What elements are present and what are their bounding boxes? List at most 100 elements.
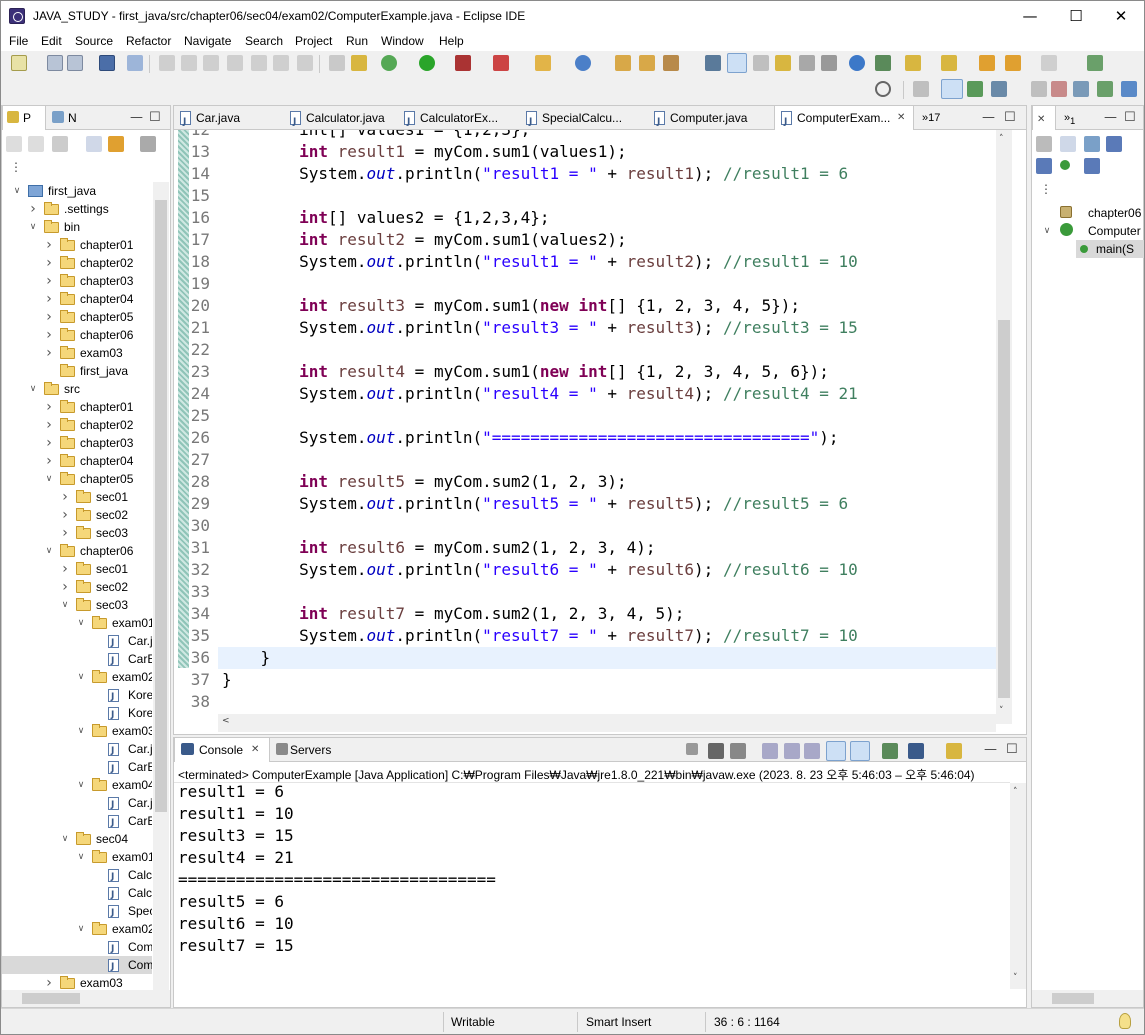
chevron-right-icon[interactable]: › (44, 434, 54, 452)
chevron-down-icon[interactable]: ∨ (76, 614, 86, 632)
remove-all-icon[interactable] (730, 743, 746, 759)
console-v-scrollbar[interactable]: ˄ ˅ (1010, 783, 1026, 989)
perspective-5-icon[interactable] (1121, 81, 1137, 97)
resume-icon[interactable] (159, 55, 175, 71)
tree-item[interactable]: › chapter04 (2, 290, 152, 308)
up-icon[interactable] (52, 136, 68, 152)
tab-specialcalculator-java[interactable]: SpecialCalcu... (520, 106, 646, 130)
tree-item[interactable]: › sec01 (2, 560, 152, 578)
scroll-up-icon[interactable]: ˄ (999, 134, 1004, 144)
scroll-lock-icon[interactable] (784, 743, 800, 759)
perspective-3-icon[interactable] (1073, 81, 1089, 97)
chevron-down-icon[interactable]: ∨ (60, 830, 70, 848)
tree-item[interactable]: Kore (2, 686, 152, 706)
forward-icon[interactable] (1041, 55, 1057, 71)
tree-item[interactable]: Com (2, 938, 152, 958)
tree-item[interactable]: ∨ exam02 (2, 920, 152, 938)
scroll-left-icon[interactable]: < (222, 716, 230, 726)
tree-item[interactable]: first_java (2, 362, 152, 380)
terminal-icon[interactable] (99, 55, 115, 71)
tree-item[interactable]: › chapter05 (2, 308, 152, 326)
mark-occurrences-icon[interactable] (727, 53, 747, 73)
hide-local-types-icon[interactable] (1084, 158, 1100, 174)
minimize-editor-icon[interactable]: — (982, 110, 995, 125)
tree-item[interactable]: › exam03 (2, 344, 152, 362)
chevron-down-icon[interactable]: ∨ (44, 542, 54, 560)
search-icon[interactable] (875, 81, 891, 97)
skip-breakpoints-icon[interactable] (127, 55, 143, 71)
tab-calculator-java[interactable]: Calculator.java (284, 106, 396, 130)
chevron-down-icon[interactable]: ∨ (76, 848, 86, 866)
outline-item-main[interactable]: main(S (1076, 240, 1144, 258)
perspective-1-icon[interactable] (913, 81, 929, 97)
open-type-icon[interactable] (615, 55, 631, 71)
maximize-button[interactable]: ☐ (1053, 1, 1099, 31)
chevron-down-icon[interactable]: ∨ (1042, 222, 1052, 240)
tree-item[interactable]: Car.j (2, 740, 152, 760)
open-console-icon[interactable] (946, 743, 962, 759)
drop-frame-icon[interactable] (351, 55, 367, 71)
tree-item[interactable]: ∨ exam01 (2, 848, 152, 866)
block-selection-icon[interactable] (753, 55, 769, 71)
step-into-icon[interactable] (251, 55, 267, 71)
chevron-down-icon[interactable]: ∨ (76, 776, 86, 794)
tree-item[interactable]: › chapter03 (2, 434, 152, 452)
step-over-icon[interactable] (273, 55, 289, 71)
tree-item[interactable]: › chapter01 (2, 398, 152, 416)
tree-item[interactable]: › chapter02 (2, 416, 152, 434)
more-icon[interactable]: ⋮ (10, 160, 22, 174)
minimize-console-icon[interactable]: — (984, 742, 997, 757)
terminate-icon[interactable] (203, 55, 219, 71)
tree-item[interactable]: Com (2, 956, 152, 976)
menu-help[interactable]: Help (439, 34, 464, 48)
prev-annotation-icon[interactable] (941, 55, 957, 71)
chevron-down-icon[interactable]: ∨ (28, 380, 38, 398)
chevron-right-icon[interactable]: › (60, 560, 70, 578)
save-icon[interactable] (47, 55, 63, 71)
suspend-icon[interactable] (181, 55, 197, 71)
debug-perspective-icon[interactable] (967, 81, 983, 97)
chevron-right-icon[interactable]: › (44, 974, 54, 990)
view-menu-icon[interactable] (140, 136, 156, 152)
maximize-outline-icon[interactable]: ☐ (1124, 110, 1136, 125)
show-whitespace-icon[interactable] (775, 55, 791, 71)
run-icon[interactable] (419, 55, 435, 71)
scroll-down-icon[interactable]: ˅ (999, 706, 1004, 716)
minimize-button[interactable]: — (1007, 1, 1053, 31)
chevron-down-icon[interactable]: ∨ (76, 722, 86, 740)
link-editor-icon[interactable] (108, 136, 124, 152)
tree-item[interactable]: CarE (2, 812, 152, 832)
step-return-icon[interactable] (297, 55, 313, 71)
tree-item[interactable]: ∨ exam03 (2, 722, 152, 740)
tree-item[interactable]: ∨ src (2, 380, 152, 398)
tab-navigator[interactable]: N (48, 106, 88, 130)
tree-item[interactable]: ∨ chapter06 (2, 542, 152, 560)
menu-edit[interactable]: Edit (41, 34, 62, 48)
console-output[interactable]: result1 = 6 result1 = 10 result3 = 15 resul… (178, 781, 496, 957)
chevron-right-icon[interactable]: › (44, 326, 54, 344)
maximize-view-icon[interactable]: ☐ (149, 110, 161, 125)
tree-item[interactable]: ∨ first_java (2, 182, 152, 200)
menu-window[interactable]: Window (381, 34, 424, 48)
remove-launch-icon[interactable] (708, 743, 724, 759)
maximize-editor-icon[interactable]: ☐ (1004, 110, 1016, 125)
restore-icon[interactable] (1031, 81, 1047, 97)
editor-h-scrollbar[interactable]: < (218, 714, 996, 732)
code-viewport[interactable]: int[] values1 = {1,2,3}; int result1 = m… (218, 130, 996, 724)
terminate-console-icon[interactable] (686, 743, 698, 755)
menu-project[interactable]: Project (295, 34, 332, 48)
save-all-icon[interactable] (67, 55, 83, 71)
tree-item[interactable]: CarE (2, 650, 152, 670)
tab-outline-overflow[interactable]: »1 (1060, 106, 1084, 130)
pin-icon[interactable] (875, 55, 891, 71)
tree-item[interactable]: ∨ sec04 (2, 830, 152, 848)
tree-h-scrollbar[interactable] (2, 990, 170, 1007)
tab-servers[interactable]: Servers (272, 738, 342, 762)
disconnect-icon[interactable] (227, 55, 243, 71)
chevron-right-icon[interactable]: › (28, 200, 38, 218)
close-console-icon[interactable]: ✕ (251, 738, 259, 762)
chevron-right-icon[interactable]: › (44, 254, 54, 272)
chevron-down-icon[interactable]: ∨ (76, 920, 86, 938)
tab-car-java[interactable]: Car.java (174, 106, 284, 130)
tab-computerexample-java[interactable]: ComputerExam...✕ (774, 106, 914, 130)
